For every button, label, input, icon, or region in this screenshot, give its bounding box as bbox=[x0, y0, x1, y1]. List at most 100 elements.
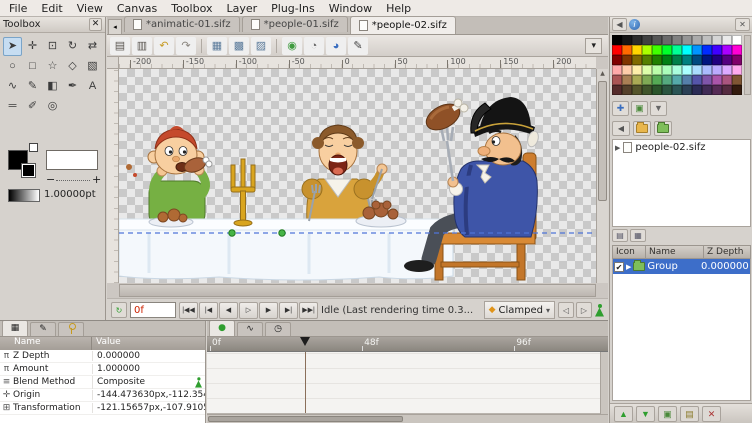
open-folder-icon[interactable] bbox=[654, 121, 672, 136]
palette-color-swatch[interactable] bbox=[622, 75, 632, 85]
canvas-vertical-scrollbar[interactable]: ▲ bbox=[596, 69, 608, 283]
palette-color-swatch[interactable] bbox=[642, 85, 652, 95]
palette-color-swatch[interactable] bbox=[622, 45, 632, 55]
timetrack-horizontal-scrollbar[interactable] bbox=[207, 414, 608, 423]
palette-back-icon[interactable]: ◀ bbox=[612, 18, 627, 31]
timetrack-tab[interactable]: ● bbox=[209, 320, 235, 336]
palette-color-swatch[interactable] bbox=[712, 35, 722, 45]
preview-icon[interactable]: ◕ bbox=[326, 37, 346, 55]
lock-past-keyframe-icon[interactable]: ◁ bbox=[558, 302, 574, 318]
default-gradient-swatch[interactable] bbox=[8, 189, 40, 202]
set-icon[interactable]: ▦ bbox=[630, 229, 646, 242]
palette-color-swatch[interactable] bbox=[672, 35, 682, 45]
timetrack-vertical-scrollbar[interactable] bbox=[600, 352, 608, 414]
time-tab[interactable]: ◷ bbox=[265, 322, 291, 336]
palette-color-swatch[interactable] bbox=[682, 55, 692, 65]
new-group-button[interactable]: ▣ bbox=[658, 406, 677, 422]
param-row[interactable]: ✛Origin-144.473630px,-112.3540 bbox=[0, 389, 205, 402]
expand-triangle-icon[interactable]: ▶ bbox=[615, 144, 620, 152]
fill-tool[interactable]: ◧ bbox=[43, 77, 62, 96]
palette-color-swatch[interactable] bbox=[702, 75, 712, 85]
palette-color-swatch[interactable] bbox=[652, 55, 662, 65]
param-row[interactable]: πZ Depth0.000000 bbox=[0, 350, 205, 363]
curves-tab[interactable]: ∿ bbox=[237, 322, 263, 336]
increase-width-button[interactable]: + bbox=[92, 173, 101, 186]
eyedrop-tool[interactable]: ✒ bbox=[63, 77, 82, 96]
palette-color-swatch[interactable] bbox=[702, 35, 712, 45]
keyframes-tab[interactable] bbox=[58, 322, 84, 336]
palette-color-swatch[interactable] bbox=[632, 45, 642, 55]
preview-options-icon[interactable]: ▥ bbox=[132, 37, 152, 55]
param-value[interactable]: 0.000000 bbox=[92, 351, 205, 361]
param-row[interactable]: ≡Blend MethodComposite bbox=[0, 376, 205, 389]
menu-view[interactable]: View bbox=[70, 1, 110, 16]
layer-row[interactable]: ✔▶Group0.000000 bbox=[613, 259, 750, 274]
palette-color-swatch[interactable] bbox=[652, 35, 662, 45]
palette-color-swatch[interactable] bbox=[682, 65, 692, 75]
add-color-button[interactable]: ✚ bbox=[612, 101, 629, 116]
palette-color-swatch[interactable] bbox=[652, 75, 662, 85]
back-icon[interactable]: ◀ bbox=[612, 121, 630, 136]
palette-color-swatch[interactable] bbox=[722, 35, 732, 45]
palette-color-swatch[interactable] bbox=[692, 35, 702, 45]
palette-color-swatch[interactable] bbox=[692, 55, 702, 65]
palette-color-swatch[interactable] bbox=[712, 85, 722, 95]
animate-mode-icon[interactable]: ✎ bbox=[348, 37, 368, 55]
palette-color-swatch[interactable] bbox=[642, 65, 652, 75]
palette-color-swatch[interactable] bbox=[712, 45, 722, 55]
rotate-tool[interactable]: ↻ bbox=[63, 37, 82, 56]
palette-color-swatch[interactable] bbox=[692, 75, 702, 85]
lower-layer-button[interactable]: ▼ bbox=[636, 406, 655, 422]
palette-color-swatch[interactable] bbox=[672, 65, 682, 75]
palette-color-swatch[interactable] bbox=[732, 85, 742, 95]
info-icon[interactable]: i bbox=[629, 19, 640, 30]
circle-tool[interactable]: ○ bbox=[3, 57, 22, 76]
save-palette-button[interactable]: ▼ bbox=[650, 101, 667, 116]
refresh-icon[interactable]: ↻ bbox=[111, 302, 127, 318]
palette-color-swatch[interactable] bbox=[642, 35, 652, 45]
horizontal-splitter[interactable] bbox=[0, 320, 608, 321]
palette-color-swatch[interactable] bbox=[662, 55, 672, 65]
scroll-thumb[interactable] bbox=[208, 416, 403, 422]
transform-tool[interactable]: ➤ bbox=[3, 37, 22, 56]
palette-color-swatch[interactable] bbox=[672, 85, 682, 95]
reset-colors-icon[interactable] bbox=[29, 143, 38, 152]
time-slider[interactable] bbox=[119, 284, 596, 297]
onion-skin-icon[interactable]: ◉ bbox=[282, 37, 302, 55]
param-value[interactable]: Composite bbox=[92, 376, 205, 389]
palette-color-swatch[interactable] bbox=[652, 45, 662, 55]
library-icon[interactable]: ▤ bbox=[612, 229, 628, 242]
palette-color-swatch[interactable] bbox=[612, 55, 622, 65]
palette-color-swatch[interactable] bbox=[682, 45, 692, 55]
palette-color-swatch[interactable] bbox=[632, 35, 642, 45]
palette-color-swatch[interactable] bbox=[722, 85, 732, 95]
palette-color-swatch[interactable] bbox=[642, 75, 652, 85]
outline-color-swatch[interactable] bbox=[22, 164, 35, 177]
palette-color-swatch[interactable] bbox=[612, 45, 622, 55]
interpolation-dropdown[interactable]: ◆ Clamped ▾ bbox=[484, 301, 555, 319]
lock-future-keyframe-icon[interactable]: ▷ bbox=[576, 302, 592, 318]
time-cursor-icon[interactable] bbox=[300, 337, 310, 346]
polygon-tool[interactable]: ◇ bbox=[63, 57, 82, 76]
palette-scrollbar[interactable] bbox=[744, 35, 751, 95]
palette-color-swatch[interactable] bbox=[722, 55, 732, 65]
palette-color-swatch[interactable] bbox=[732, 55, 742, 65]
decrease-width-button[interactable]: − bbox=[46, 173, 55, 186]
palette-color-swatch[interactable] bbox=[672, 45, 682, 55]
resolution-dropdown[interactable]: ▾ bbox=[585, 38, 602, 54]
next-frame-button[interactable]: ▶ bbox=[259, 302, 278, 319]
children-tab[interactable]: ✎ bbox=[30, 322, 56, 336]
palette-color-swatch[interactable] bbox=[662, 85, 672, 95]
palette-color-swatch[interactable] bbox=[712, 75, 722, 85]
play-button[interactable]: ▷ bbox=[239, 302, 258, 319]
menu-layer[interactable]: Layer bbox=[219, 1, 264, 16]
palette-color-swatch[interactable] bbox=[612, 65, 622, 75]
next-keyframe-button[interactable]: ▶| bbox=[279, 302, 298, 319]
canvas-viewport[interactable] bbox=[119, 69, 596, 283]
palette-color-swatch[interactable] bbox=[632, 85, 642, 95]
sketch-tool[interactable]: ✐ bbox=[23, 97, 42, 116]
param-row[interactable]: πAmount1.000000 bbox=[0, 363, 205, 376]
show-grid-icon[interactable]: ▦ bbox=[207, 37, 227, 55]
canvas-tab[interactable]: *animatic-01.sifz bbox=[124, 16, 240, 32]
width-slider[interactable] bbox=[56, 180, 90, 181]
